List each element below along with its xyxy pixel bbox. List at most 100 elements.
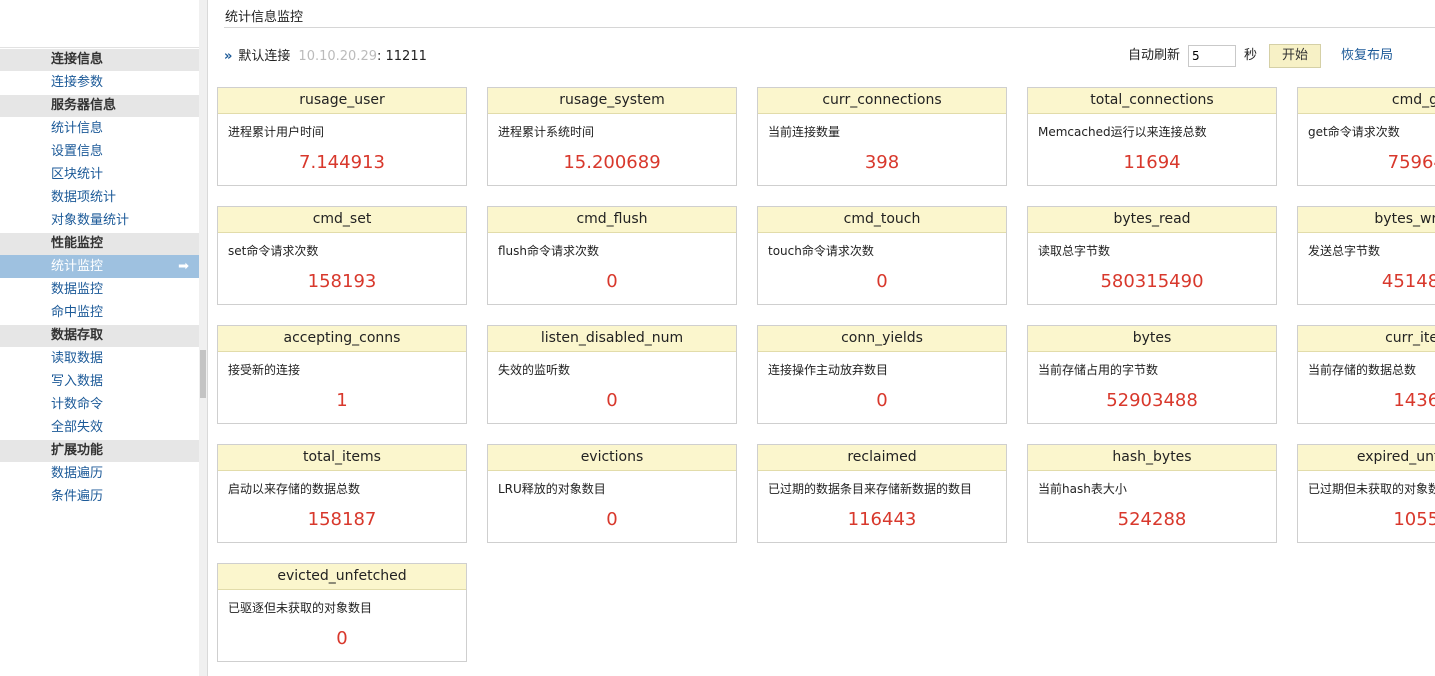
sidebar-item[interactable]: 计数命令 [0, 393, 199, 416]
sidebar-item[interactable]: 区块统计 [0, 163, 199, 186]
stat-card-title: evictions [488, 445, 736, 471]
sidebar-item-label: 对象数量统计 [51, 213, 130, 228]
stat-card-value: 398 [864, 152, 900, 173]
sidebar-item-label: 连接参数 [51, 75, 104, 90]
stat-card[interactable]: evicted_unfetched 已驱逐但未获取的对象数目 0 [217, 563, 467, 662]
sidebar-item-label: 区块统计 [51, 167, 104, 182]
stat-card[interactable]: evictions LRU释放的对象数目 0 [487, 444, 737, 543]
stat-card[interactable]: bytes 当前存储占用的字节数 52903488 [1027, 325, 1277, 424]
stat-card-value: 759642 [1387, 152, 1435, 173]
sidebar-item[interactable]: 读取数据 [0, 347, 199, 370]
sidebar-item[interactable]: 数据监控 [0, 278, 199, 301]
stat-card-title: evicted_unfetched [218, 564, 466, 590]
stat-card-description: 已过期的数据条目来存储新数据的数目 [768, 482, 973, 496]
stat-card-description: 当前hash表大小 [1038, 482, 1127, 496]
sidebar-group-title: 扩展功能 [0, 440, 199, 462]
restore-layout-link[interactable]: 恢复布局 [1341, 43, 1393, 69]
stat-card-description: 当前连接数量 [768, 125, 841, 139]
connection-label: 默认连接 [238, 49, 291, 64]
stat-card-title: bytes [1028, 326, 1276, 352]
stat-card[interactable]: bytes_read 读取总字节数 580315490 [1027, 206, 1277, 305]
sidebar-item[interactable]: 全部失效 [0, 416, 199, 439]
stat-card-value: 580315490 [1100, 271, 1204, 292]
stat-card-value: 158193 [307, 271, 377, 292]
stat-card[interactable]: cmd_get get命令请求次数 759642 [1297, 87, 1435, 186]
stat-card-title: total_items [218, 445, 466, 471]
stat-card[interactable]: reclaimed 已过期的数据条目来存储新数据的数目 116443 [757, 444, 1007, 543]
stat-card-description: 接受新的连接 [228, 363, 301, 377]
sidebar-item-label: 全部失效 [51, 420, 104, 435]
stat-card[interactable]: listen_disabled_num 失效的监听数 0 [487, 325, 737, 424]
stat-card-title: cmd_get [1298, 88, 1435, 114]
stat-card[interactable]: cmd_flush flush命令请求次数 0 [487, 206, 737, 305]
sidebar-menu: 连接信息 连接参数 服务器信息 统计信息 设置信息 区块统计 数据项统计 对象数量统计 性能监控… [0, 49, 199, 508]
stat-card-title: reclaimed [758, 445, 1006, 471]
auto-refresh-bar: 自动刷新 秒 开始 恢复布局 [1128, 43, 1393, 69]
main-panel: 统计信息监控 » 默认连接 10.10.20.29: 11211 自动刷新 秒 开始… [208, 0, 1435, 676]
stat-card[interactable]: rusage_system 进程累计系统时间 15.200689 [487, 87, 737, 186]
stat-card[interactable]: total_items 启动以来存储的数据总数 158187 [217, 444, 467, 543]
stat-card-title: rusage_user [218, 88, 466, 114]
sidebar-item[interactable]: 统计信息 [0, 117, 199, 140]
stat-card[interactable]: rusage_user 进程累计用户时间 7.144913 [217, 87, 467, 186]
stat-card-value: 0 [606, 509, 618, 530]
stat-card[interactable]: accepting_conns 接受新的连接 1 [217, 325, 467, 424]
stat-card-title: curr_items [1298, 326, 1435, 352]
stat-card-description: 连接操作主动放弃数目 [768, 363, 889, 377]
refresh-interval-input[interactable] [1188, 45, 1237, 67]
sidebar-scrollbar[interactable] [199, 0, 208, 676]
connection-bar: » 默认连接 10.10.20.29: 11211 [224, 46, 427, 68]
stat-card-title: bytes_written [1298, 207, 1435, 233]
stat-card-value: 52903488 [1106, 390, 1198, 411]
stat-card[interactable]: cmd_set set命令请求次数 158193 [217, 206, 467, 305]
sidebar-item[interactable]: 条件遍历 [0, 485, 199, 508]
stat-card-description: 进程累计系统时间 [498, 125, 595, 139]
stat-card[interactable]: curr_connections 当前连接数量 398 [757, 87, 1007, 186]
sidebar-item[interactable]: 连接参数 [0, 71, 199, 94]
sidebar-item[interactable]: 设置信息 [0, 140, 199, 163]
stat-card[interactable]: expired_unfetched 已过期但未获取的对象数目 10552 [1297, 444, 1435, 543]
sidebar-item-label: 设置信息 [51, 144, 104, 159]
stat-card-value: 4514835 [1381, 271, 1435, 292]
stat-card-description: Memcached运行以来连接总数 [1038, 125, 1207, 139]
sidebar-top-spacer [0, 0, 199, 48]
sidebar: 连接信息 连接参数 服务器信息 统计信息 设置信息 区块统计 数据项统计 对象数量统计 性能监控… [0, 0, 200, 676]
sidebar-item[interactable]: 数据遍历 [0, 462, 199, 485]
stat-card[interactable]: conn_yields 连接操作主动放弃数目 0 [757, 325, 1007, 424]
stat-card[interactable]: hash_bytes 当前hash表大小 524288 [1027, 444, 1277, 543]
stat-card-title: hash_bytes [1028, 445, 1276, 471]
stat-card-value: 0 [876, 271, 888, 292]
arrow-right-icon: ➡ [178, 259, 189, 274]
stat-card-value: 1 [336, 390, 348, 411]
stat-card-description: 已过期但未获取的对象数目 [1308, 482, 1435, 496]
sidebar-item[interactable]: 数据项统计 [0, 186, 199, 209]
stat-card[interactable]: curr_items 当前存储的数据总数 14369 [1297, 325, 1435, 424]
stat-card-title: cmd_set [218, 207, 466, 233]
stat-card-description: touch命令请求次数 [768, 244, 874, 258]
start-button[interactable]: 开始 [1269, 44, 1322, 68]
stat-card-value: 15.200689 [563, 152, 661, 173]
sidebar-item-label: 条件遍历 [51, 489, 104, 504]
stat-card[interactable]: bytes_written 发送总字节数4514835 [1297, 206, 1435, 305]
stat-card-title: expired_unfetched [1298, 445, 1435, 471]
stat-card-description: 读取总字节数 [1038, 244, 1111, 258]
stat-card-value: 0 [336, 628, 348, 649]
stat-card-description: set命令请求次数 [228, 244, 319, 258]
stat-card-description: get命令请求次数 [1308, 125, 1400, 139]
sidebar-item-label: 数据监控 [51, 282, 104, 297]
sidebar-item[interactable]: 写入数据 [0, 370, 199, 393]
stat-card-title: listen_disabled_num [488, 326, 736, 352]
sidebar-item[interactable]: 统计监控 ➡ [0, 255, 199, 278]
scrollbar-thumb[interactable] [200, 350, 206, 398]
sidebar-item[interactable]: 命中监控 [0, 301, 199, 324]
stat-card-title: total_connections [1028, 88, 1276, 114]
stat-card-value: 14369 [1393, 390, 1435, 411]
sidebar-item[interactable]: 对象数量统计 [0, 209, 199, 232]
stat-card[interactable]: total_connections Memcached运行以来连接总数 11694 [1027, 87, 1277, 186]
stat-card[interactable]: cmd_touch touch命令请求次数 0 [757, 206, 1007, 305]
stat-card-title: cmd_flush [488, 207, 736, 233]
refresh-unit-label: 秒 [1244, 48, 1258, 63]
stat-card-description: 启动以来存储的数据总数 [228, 482, 361, 496]
stat-card-description: 进程累计用户时间 [228, 125, 325, 139]
sidebar-item-label: 计数命令 [51, 397, 104, 412]
